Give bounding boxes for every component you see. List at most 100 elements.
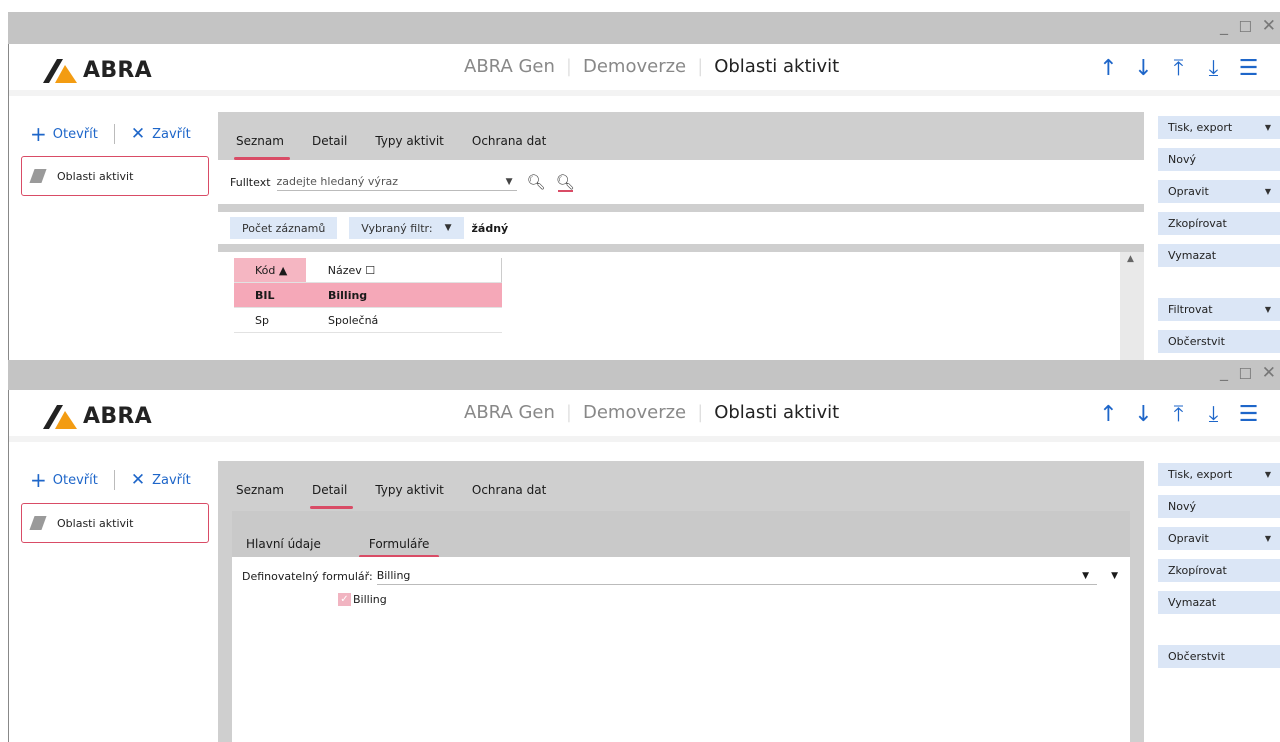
arrow-down-icon[interactable]: ↓ [1126, 400, 1161, 428]
close-button[interactable]: Zavřít [152, 127, 191, 142]
delete-label: Vymazat [1168, 596, 1217, 609]
opened-agenda-card[interactable]: Oblasti aktivit [21, 503, 209, 543]
title-bar: _ ☐ ✕ [8, 360, 1280, 390]
menu-icon[interactable]: ☰ [1231, 54, 1266, 82]
tab-seznam[interactable]: Seznam [236, 483, 312, 507]
close-icon[interactable]: ✕ [131, 471, 145, 489]
records-grid-area: Kód ▲ Název ☐ BIL Billing Sp Společná ▲ [218, 252, 1144, 360]
arrow-top-icon[interactable]: ⤒ [1161, 400, 1196, 428]
new-button[interactable]: Nový [1158, 495, 1280, 518]
delete-button[interactable]: Vymazat [1158, 244, 1280, 267]
action-panel: Tisk, export ▼ Nový Opravit ▼ Zkopírovat V… [1158, 116, 1280, 360]
dropdown-caret-icon[interactable]: ▼ [506, 177, 513, 187]
record-navigation: ↑ ↓ ⤒ ⤓ ☰ [1091, 54, 1266, 82]
breadcrumb-db[interactable]: Demoverze [583, 56, 686, 77]
main-panel: Seznam Detail Typy aktivit Ochrana dat F… [218, 112, 1144, 360]
copy-button[interactable]: Zkopírovat [1158, 559, 1280, 582]
maximize-button[interactable]: ☐ [1239, 365, 1252, 383]
new-label: Nový [1168, 153, 1196, 166]
new-button[interactable]: Nový [1158, 148, 1280, 171]
opened-agenda-card[interactable]: Oblasti aktivit [21, 156, 209, 196]
fulltext-label: Fulltext [230, 175, 271, 189]
selected-filter-dropdown[interactable]: Vybraný filtr: ▼ [349, 217, 464, 239]
column-header-nazev[interactable]: Název ☐ [324, 264, 501, 277]
minimize-button[interactable]: _ [1220, 362, 1228, 381]
record-count-button[interactable]: Počet záznamů [230, 217, 338, 239]
window-left-edge [0, 12, 9, 360]
delete-button[interactable]: Vymazat [1158, 591, 1280, 614]
breadcrumb-app[interactable]: ABRA Gen [464, 56, 555, 77]
tab-detail[interactable]: Detail [312, 134, 375, 158]
close-icon[interactable]: ✕ [131, 125, 145, 143]
scroll-up-icon[interactable]: ▲ [1127, 254, 1134, 264]
pencil-icon [29, 516, 47, 530]
close-window-button[interactable]: ✕ [1262, 363, 1276, 383]
subtab-hlavni-udaje[interactable]: Hlavní údaje [246, 537, 321, 551]
abra-logo-icon [43, 59, 77, 83]
dropdown-caret-icon: ▼ [1264, 187, 1271, 196]
close-button[interactable]: Zavřít [152, 473, 191, 488]
tab-ochrana-dat[interactable]: Ochrana dat [472, 134, 574, 158]
edit-button[interactable]: Opravit ▼ [1158, 180, 1280, 203]
menu-icon[interactable]: ☰ [1231, 400, 1266, 428]
app-header: ABRA ABRA Gen | Demoverze | Oblasti akti… [9, 44, 1280, 96]
form-selector-dropdown[interactable]: Billing ▼ [376, 567, 1098, 585]
print-export-label: Tisk, export [1168, 121, 1233, 134]
edit-button[interactable]: Opravit ▼ [1158, 527, 1280, 550]
copy-button[interactable]: Zkopírovat [1158, 212, 1280, 235]
print-export-button[interactable]: Tisk, export ▼ [1158, 463, 1280, 486]
tab-typy-aktivit[interactable]: Typy aktivit [375, 483, 472, 507]
app-header: ABRA ABRA Gen | Demoverze | Oblasti akti… [9, 390, 1280, 442]
filter-button[interactable]: Filtrovat ▼ [1158, 298, 1280, 321]
fulltext-input[interactable]: zadejte hledaný výraz ▼ [276, 173, 517, 191]
tab-typy-aktivit[interactable]: Typy aktivit [375, 134, 472, 158]
column-header-kod[interactable]: Kód ▲ [234, 258, 306, 282]
logo-text: ABRA [83, 403, 152, 429]
search-options-icon[interactable]: 🔍︎ [556, 173, 575, 192]
billing-checkbox-row: ✓ Billing [338, 593, 387, 606]
form-selector-row: Definovatelný formulář: Billing ▼ ▼ [242, 567, 1118, 585]
refresh-label: Občerstvit [1168, 335, 1225, 348]
dropdown-menu-icon[interactable]: ▼ [1111, 571, 1118, 581]
pencil-icon [29, 169, 47, 183]
dropdown-caret-icon: ▼ [1264, 123, 1271, 132]
arrow-up-icon[interactable]: ↑ [1091, 54, 1126, 82]
arrow-top-icon[interactable]: ⤒ [1161, 54, 1196, 82]
table-row[interactable]: BIL Billing [234, 283, 502, 308]
dropdown-caret-icon: ▼ [1264, 534, 1271, 543]
plus-icon[interactable]: + [30, 124, 47, 144]
close-window-button[interactable]: ✕ [1262, 16, 1276, 36]
records-grid: Kód ▲ Název ☐ BIL Billing Sp Společná [234, 258, 502, 333]
arrow-bottom-icon[interactable]: ⤓ [1196, 400, 1231, 428]
arrow-down-icon[interactable]: ↓ [1126, 54, 1161, 82]
cell-kod: Sp [255, 313, 269, 327]
table-row[interactable]: Sp Společná [234, 308, 502, 333]
abra-logo: ABRA [41, 54, 152, 86]
breadcrumb-separator: | [697, 56, 704, 77]
print-export-button[interactable]: Tisk, export ▼ [1158, 116, 1280, 139]
billing-checkbox[interactable]: ✓ [338, 593, 351, 606]
fulltext-bar: Fulltext zadejte hledaný výraz ▼ 🔍︎ 🔍︎ [218, 160, 1144, 204]
maximize-button[interactable]: ☐ [1239, 18, 1252, 36]
delete-label: Vymazat [1168, 249, 1217, 262]
plus-icon[interactable]: + [30, 470, 47, 490]
search-icon[interactable]: 🔍︎ [527, 173, 546, 191]
subtab-formulare[interactable]: Formuláře [358, 537, 439, 558]
vertical-scrollbar[interactable]: ▲ [1120, 252, 1144, 360]
open-button[interactable]: Otevřít [53, 127, 98, 142]
refresh-button[interactable]: Občerstvit [1158, 645, 1280, 668]
breadcrumb-separator: | [565, 56, 572, 77]
arrow-up-icon[interactable]: ↑ [1091, 400, 1126, 428]
copy-label: Zkopírovat [1168, 564, 1227, 577]
tab-seznam[interactable]: Seznam [234, 134, 312, 160]
breadcrumb-db[interactable]: Demoverze [583, 402, 686, 423]
abra-logo-icon [43, 405, 77, 429]
minimize-button[interactable]: _ [1220, 16, 1228, 35]
tab-detail[interactable]: Detail [309, 483, 375, 509]
tab-ochrana-dat[interactable]: Ochrana dat [472, 483, 574, 507]
refresh-button[interactable]: Občerstvit [1158, 330, 1280, 353]
arrow-bottom-icon[interactable]: ⤓ [1196, 54, 1231, 82]
breadcrumb-app[interactable]: ABRA Gen [464, 402, 555, 423]
open-button[interactable]: Otevřít [53, 473, 98, 488]
window-left-edge [0, 360, 9, 742]
